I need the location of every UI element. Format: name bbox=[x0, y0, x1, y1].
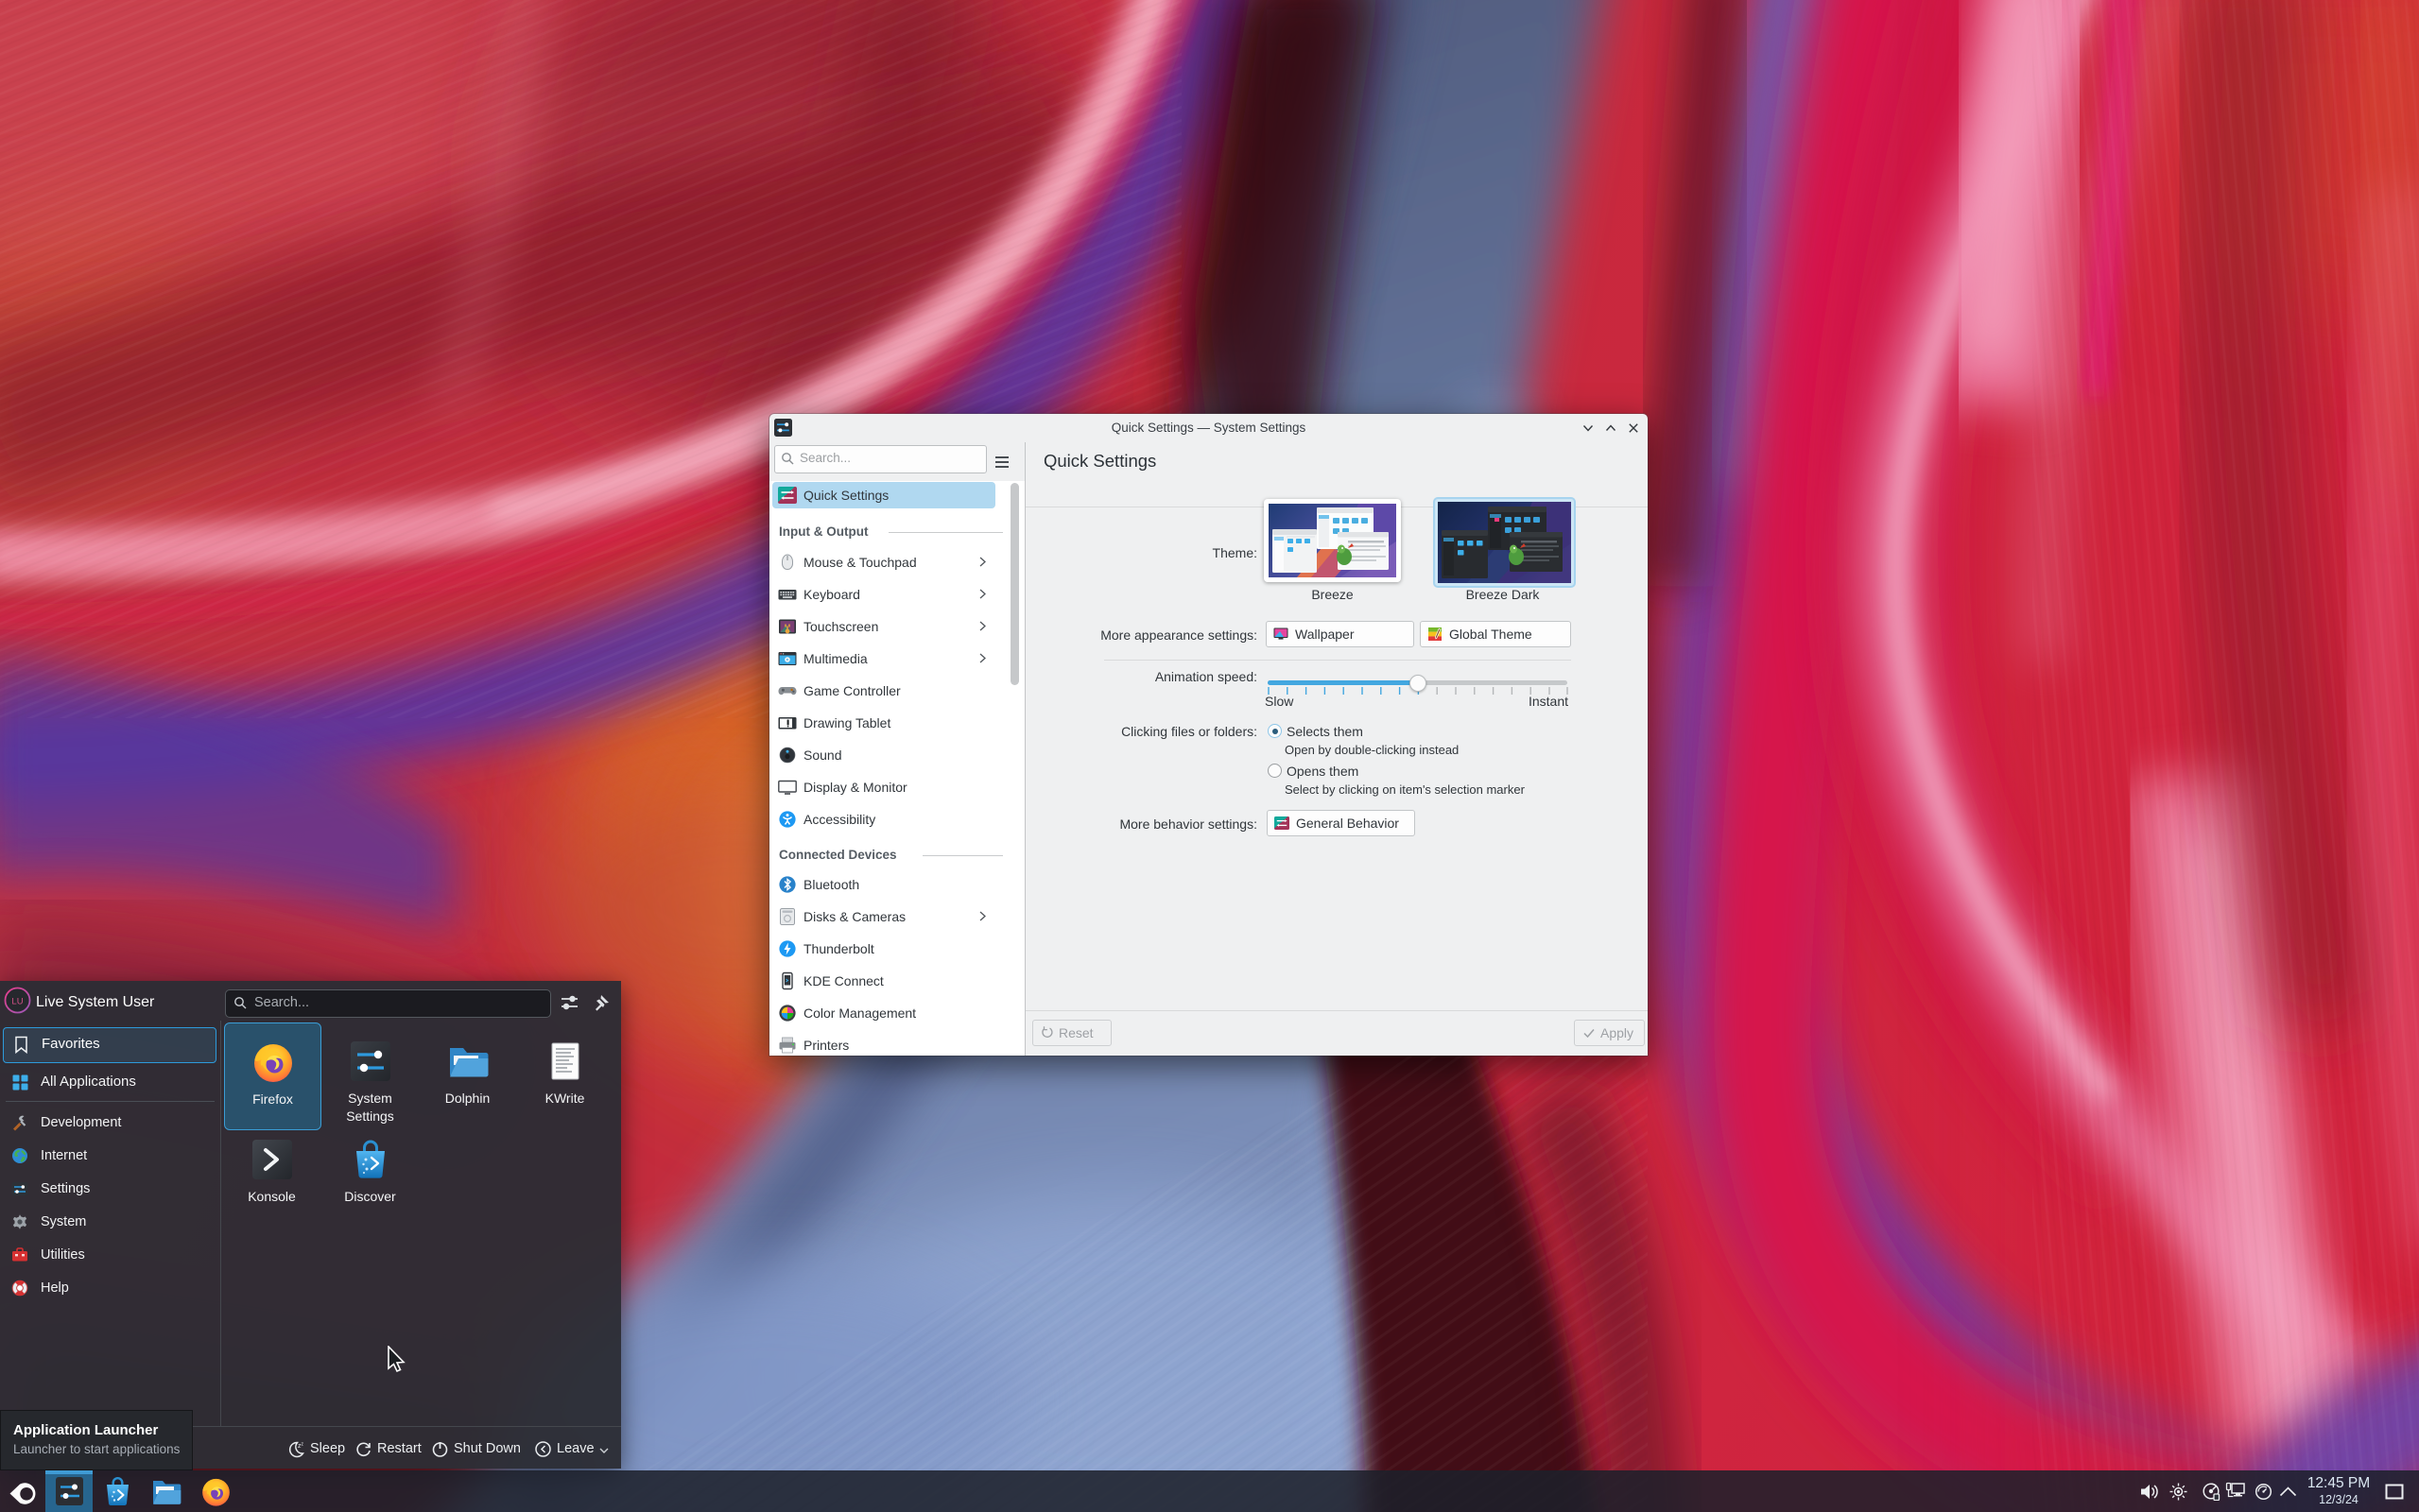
svg-text:LU: LU bbox=[11, 997, 23, 1007]
svg-text:z: z bbox=[302, 1442, 304, 1448]
